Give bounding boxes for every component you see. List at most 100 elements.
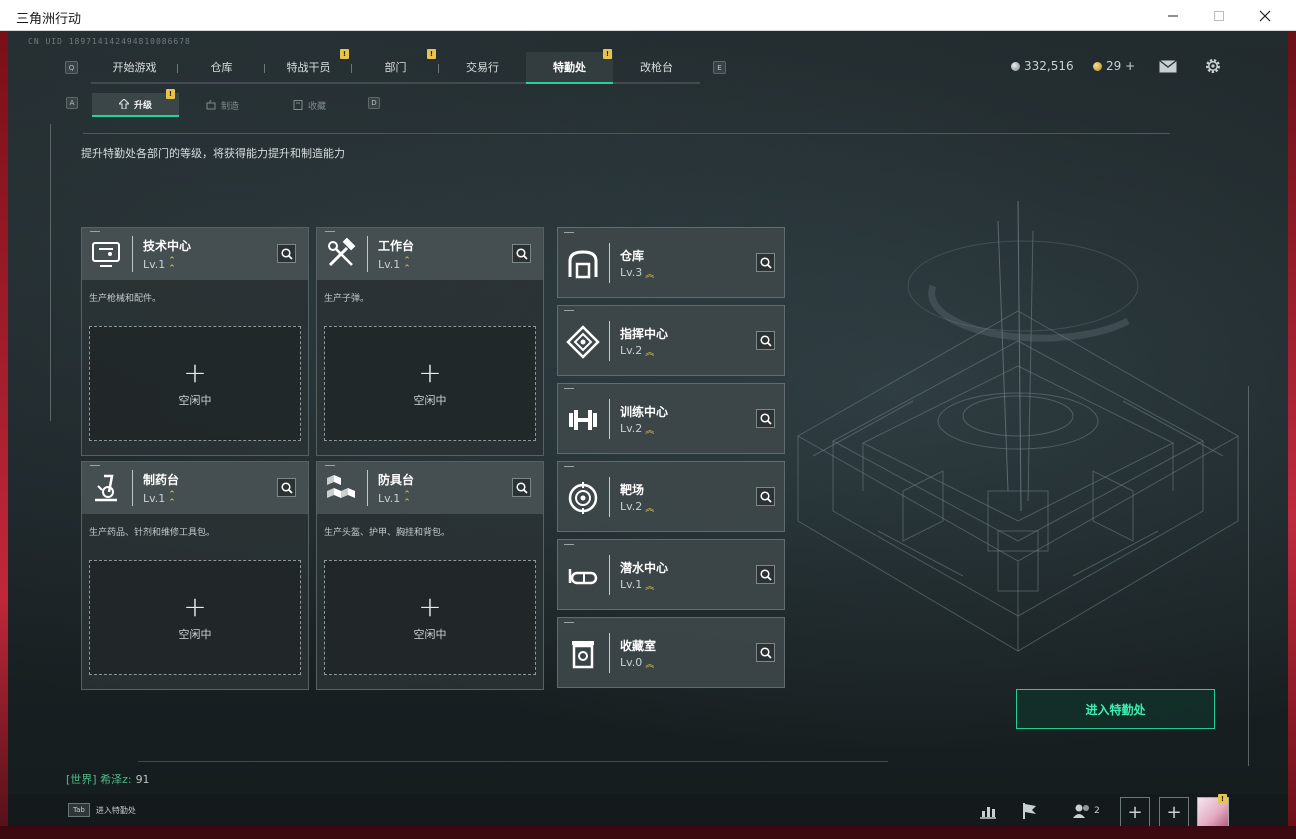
plus-icon: + [1166,801,1182,823]
inspect-button[interactable] [756,253,775,272]
pharmacy-icon [95,474,117,502]
facility-level: Lv.1 ⌃ ⌃ [143,256,176,274]
search-icon [759,490,772,503]
subtab-prev-key[interactable]: A [66,97,78,109]
facility-card-diving-center[interactable]: 潜水中心 Lv.1 ︽ [557,539,785,610]
craft-icon [206,100,216,110]
collection-room-icon [572,641,594,669]
inspect-button[interactable] [277,244,296,263]
window-titlebar: 三角洲行动 [0,0,1296,31]
facility-card-warehouse[interactable]: 仓库 Lv.3 ︽ [557,227,785,298]
inspect-button[interactable] [756,409,775,428]
minimize-button[interactable] [1150,0,1196,31]
inspect-button[interactable] [512,244,531,263]
divider [609,321,610,361]
inspect-button[interactable] [756,331,775,350]
notification-badge: ! [166,89,175,99]
enter-special-ops-button[interactable]: 进入特勤处 [1016,689,1215,729]
search-icon [280,481,293,494]
add-icon: + [418,356,442,389]
notification-badge: ! [427,49,436,59]
squad-button[interactable]: 2 [1066,797,1106,825]
close-button[interactable] [1242,0,1288,31]
inspect-button[interactable] [277,478,296,497]
facility-level: Lv.1 ⌃ ⌃ [143,490,176,508]
upgrade-arrow-icon: ︽ [645,659,655,670]
player-avatar[interactable]: ! [1197,794,1229,826]
decoration [90,465,100,466]
facility-card-collection-room[interactable]: 收藏室 Lv.0 ︽ [557,617,785,688]
production-slot[interactable]: + 空闲中 [89,326,301,441]
flag-icon [1023,803,1036,819]
desktop-background-right [1288,31,1296,839]
subtab-craft[interactable]: 制造 [179,93,266,117]
stats-button[interactable] [974,797,1002,825]
facility-name: 潜水中心 [620,561,669,575]
tab-operators[interactable]: 特战干员! [265,49,352,84]
tab-gunsmith[interactable]: 改枪台 [613,52,700,84]
window-title: 三角洲行动 [16,12,82,27]
divider [132,470,133,506]
maximize-icon [1214,10,1224,21]
ticket-icon [1093,61,1102,71]
maximize-button[interactable] [1196,0,1242,31]
facility-description: 生产头盔、护甲、胸挂和背包。 [324,528,451,538]
tab-department[interactable]: 部门! [352,49,439,84]
workbench-icon [328,238,356,267]
tab-special-ops[interactable]: 特勤处! [526,49,613,84]
slot-status: 空闲中 [178,628,212,641]
target-icon [568,482,598,514]
production-card-armor-bench[interactable]: 防具台 Lv.1 ⌃ ⌃ 生产头盔、护甲、胸挂和背包。 + 空闲中 [316,461,544,690]
facility-name: 指挥中心 [620,327,669,341]
nav-prev-key[interactable]: Q [65,61,78,74]
inspect-button[interactable] [756,487,775,506]
upgrade-arrow-icon: ︽ [645,581,655,592]
decoration [325,231,335,232]
invite-slot-1[interactable]: + [1120,797,1150,826]
tab-start-game[interactable]: 开始游戏 [91,52,178,84]
facility-level: Lv.1 ⌃ ⌃ [378,256,411,274]
invite-slot-2[interactable]: + [1159,797,1189,826]
diving-mask-icon [568,569,598,585]
upgrade-arrow-icon: ︽ [645,269,655,280]
tab-warehouse[interactable]: 仓库 [178,52,265,84]
facility-card-shooting-range[interactable]: 靶场 Lv.2 ︽ [557,461,785,532]
mail-button[interactable] [1157,55,1179,77]
search-icon [759,568,772,581]
production-slot[interactable]: + 空闲中 [324,560,536,675]
ticket-balance[interactable]: 29 + [1093,59,1135,73]
facility-card-command-center[interactable]: 指挥中心 Lv.2 ︽ [557,305,785,376]
production-slot[interactable]: + 空闲中 [324,326,536,441]
settings-button[interactable] [1202,55,1224,77]
divider [132,236,133,272]
right-frame-line [1248,386,1249,766]
subtab-next-key[interactable]: D [368,97,380,109]
production-card-workbench[interactable]: 工作台 Lv.1 ⌃ ⌃ 生产子弹。 + 空闲中 [316,227,544,456]
subtab-collection[interactable]: 收藏 [266,93,353,117]
decoration [564,622,574,623]
slot-status: 空闲中 [413,394,447,407]
armor-bench-icon [327,475,355,498]
world-chat[interactable]: [世界] 希泽z: 91 [66,771,150,787]
facility-name: 收藏室 [620,639,657,653]
tab-trading[interactable]: 交易行 [439,52,526,84]
inspect-button[interactable] [756,565,775,584]
tab-shortcut-hint[interactable]: Tab 进入特勤处 [68,803,136,817]
inspect-button[interactable] [756,643,775,662]
facility-name: 工作台 [378,239,415,253]
flag-button[interactable] [1016,797,1044,825]
inspect-button[interactable] [512,478,531,497]
production-card-tech-center[interactable]: 技术中心 Lv.1 ⌃ ⌃ 生产枪械和配件。 + 空闲中 [81,227,309,456]
subtab-upgrade[interactable]: 升级 ! [92,89,179,117]
upgrade-arrow-icon: ︽ [645,347,655,358]
facility-card-training-center[interactable]: 训练中心 Lv.2 ︽ [557,383,785,454]
production-slot[interactable]: + 空闲中 [89,560,301,675]
production-card-pharmacy[interactable]: 制药台 Lv.1 ⌃ ⌃ 生产药品、针剂和维修工具包。 + 空闲中 [81,461,309,690]
search-icon [515,481,528,494]
nav-next-key[interactable]: E [713,61,726,74]
tech-center-icon [92,242,120,267]
command-center-icon [566,325,600,359]
sub-nav: 升级 ! 制造 收藏 [92,89,353,117]
upgrade-arrow-icon: ︽ [645,503,655,514]
facility-name: 防具台 [378,473,415,487]
